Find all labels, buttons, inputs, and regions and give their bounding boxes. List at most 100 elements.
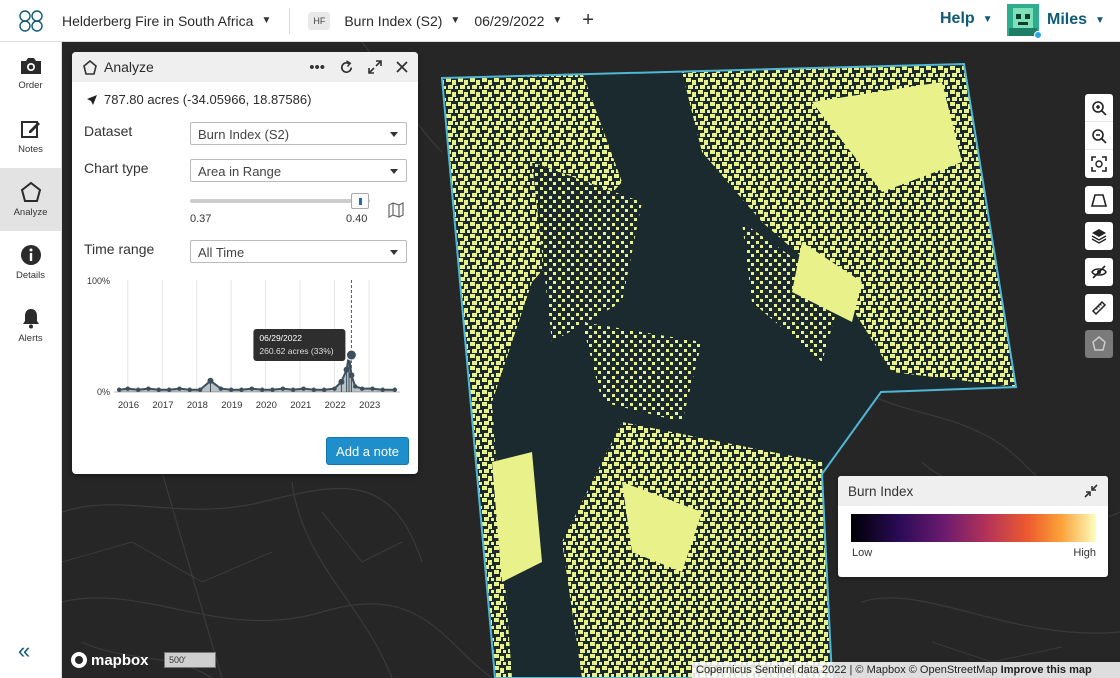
sidebar-item-label: Order	[18, 80, 43, 91]
divider	[289, 7, 291, 34]
location-arrow-icon	[87, 94, 97, 105]
more-options-icon[interactable]: •••	[309, 59, 325, 76]
eye-off-icon	[1091, 265, 1107, 279]
mapbox-logo[interactable]: mapbox	[70, 651, 149, 669]
data-point[interactable]	[280, 386, 286, 391]
collapse-icon[interactable]	[1084, 484, 1098, 498]
sidebar-item-alerts[interactable]: Alerts	[0, 294, 61, 357]
chevron-down-icon: ▼	[450, 15, 461, 26]
sidebar-item-analyze[interactable]: Analyze	[0, 168, 61, 231]
data-point[interactable]	[392, 387, 398, 392]
legend-high-label: High	[1073, 547, 1096, 559]
chevron-down-icon	[390, 250, 398, 255]
sidebar-item-order[interactable]: Order	[0, 42, 61, 105]
data-point[interactable]	[311, 387, 317, 392]
user-menu[interactable]: Miles ▼	[1007, 4, 1105, 39]
map-toolbar	[1085, 94, 1113, 366]
expand-icon[interactable]	[368, 60, 382, 74]
data-point[interactable]	[187, 387, 193, 392]
dataset-select[interactable]: Burn Index (S2)	[190, 122, 407, 145]
x-tick-label: 2017	[152, 400, 173, 411]
data-point[interactable]	[321, 387, 327, 392]
data-point[interactable]	[301, 386, 306, 391]
project-selector[interactable]: Helderberg Fire in South Africa ▼	[62, 13, 271, 29]
data-point[interactable]	[380, 387, 385, 392]
x-tick-label: 2016	[118, 400, 139, 411]
data-point[interactable]	[249, 386, 255, 391]
data-point[interactable]	[197, 387, 203, 392]
aoi-location-text: 787.80 acres (-34.05966, 18.87586)	[104, 92, 312, 107]
add-dataset-button[interactable]: +	[582, 9, 594, 32]
legend-header: Burn Index	[838, 476, 1108, 506]
data-point[interactable]	[125, 386, 130, 391]
analyze-panel-header: Analyze •••	[72, 52, 418, 82]
toggle-visibility-button[interactable]	[1085, 258, 1113, 286]
map-attribution: Copernicus Sentinel data 2022 | © Mapbox…	[692, 662, 1120, 678]
analyze-area-button[interactable]	[1085, 330, 1113, 358]
zoom-in-button[interactable]	[1085, 94, 1113, 122]
data-point[interactable]	[239, 387, 244, 392]
highlighted-point[interactable]	[345, 349, 357, 361]
data-point[interactable]	[116, 387, 122, 392]
measure-button[interactable]	[1085, 294, 1113, 322]
chevron-down-icon: ▼	[261, 15, 272, 26]
layers-button[interactable]	[1085, 222, 1113, 250]
sidebar-item-notes[interactable]: Notes	[0, 105, 61, 168]
chevron-down-icon: ▼	[552, 15, 563, 26]
chart-type-select[interactable]: Area in Range	[190, 159, 407, 182]
ruler-icon	[1091, 300, 1107, 316]
data-point[interactable]	[177, 386, 182, 391]
data-point[interactable]	[259, 387, 265, 392]
date-selector[interactable]: 06/29/2022 ▼	[474, 13, 562, 29]
refresh-icon[interactable]	[339, 59, 354, 75]
x-tick-label: 2019	[221, 400, 242, 411]
basemap-button[interactable]	[1085, 186, 1113, 214]
data-point[interactable]	[290, 387, 296, 392]
measure-controls	[1085, 294, 1113, 322]
zoom-out-button[interactable]	[1085, 122, 1113, 150]
sidebar-item-details[interactable]: Details	[0, 231, 61, 294]
help-menu[interactable]: Help ▼	[940, 10, 993, 28]
pentagon-icon	[83, 59, 97, 75]
date-value: 06/29/2022	[474, 12, 545, 29]
data-point[interactable]	[370, 386, 375, 391]
data-point[interactable]	[332, 386, 337, 391]
data-point[interactable]	[156, 387, 161, 392]
data-point[interactable]	[135, 387, 141, 392]
chevron-down-icon	[390, 169, 398, 174]
map-icon[interactable]	[388, 202, 404, 218]
time-range-select[interactable]: All Time	[190, 240, 407, 263]
tooltip-date: 06/29/2022	[259, 333, 302, 343]
zoom-to-extent-button[interactable]	[1085, 150, 1113, 178]
area-chart[interactable]: 100% 0% 2016 2017 2018 2019 2020 2021 2022 2023 06…	[84, 270, 406, 418]
data-point[interactable]	[166, 387, 172, 392]
info-icon	[20, 245, 41, 265]
legend-low-label: Low	[852, 547, 873, 559]
pentagon-icon	[20, 181, 41, 202]
dataset-selector[interactable]: HF Burn Index (S2) ▼	[308, 11, 461, 30]
range-slider-track[interactable]	[190, 199, 370, 203]
aoi-location: 787.80 acres (-34.05966, 18.87586)	[86, 92, 418, 107]
pentagon-icon	[1092, 336, 1106, 351]
sidebar-item-label: Notes	[18, 144, 43, 155]
data-point[interactable]	[270, 387, 275, 392]
data-point[interactable]	[207, 377, 214, 384]
improve-map-link[interactable]: Improve this map	[1001, 664, 1092, 676]
data-point[interactable]	[218, 386, 224, 391]
data-point[interactable]	[338, 378, 345, 385]
collapse-sidebar-button[interactable]: «	[18, 638, 30, 664]
data-point[interactable]	[228, 387, 234, 392]
add-note-button[interactable]: Add a note	[326, 437, 409, 465]
user-name: Miles	[1047, 11, 1088, 28]
tooltip-value: 260.62 acres (33%)	[259, 346, 333, 356]
avatar	[1007, 4, 1042, 39]
data-point[interactable]	[146, 386, 151, 391]
status-dot	[1034, 31, 1042, 39]
data-point[interactable]	[359, 386, 365, 391]
app-logo-icon[interactable]	[0, 9, 62, 33]
range-slider-handle[interactable]	[351, 193, 369, 209]
range-max-value: 0.40	[346, 213, 368, 225]
data-point[interactable]	[353, 384, 358, 389]
edit-icon	[20, 121, 40, 138]
close-icon[interactable]	[396, 61, 408, 73]
